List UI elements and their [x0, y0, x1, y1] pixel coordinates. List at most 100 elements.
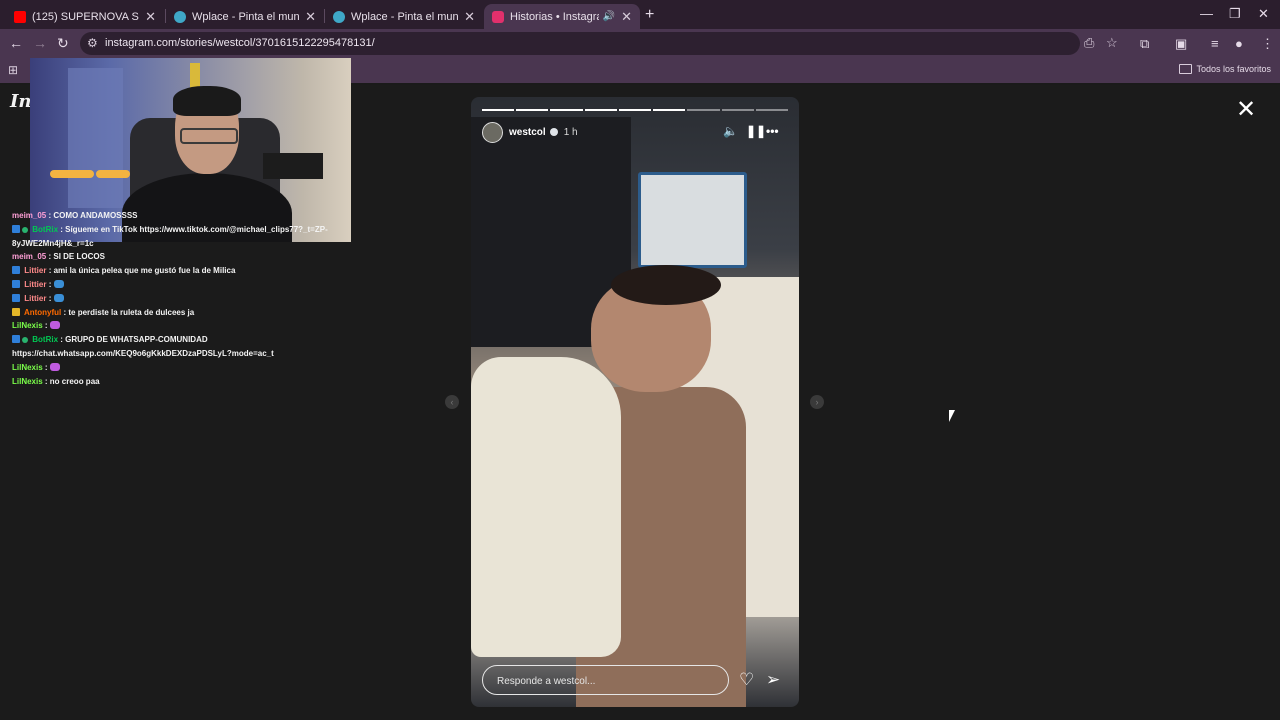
- media-control-icon[interactable]: ≡: [1211, 36, 1219, 51]
- chat-text: te perdiste la ruleta de dulcees ja: [68, 307, 195, 317]
- chat-user: BotRix: [32, 335, 59, 345]
- story-progress-segment: [687, 109, 720, 111]
- all-bookmarks-button[interactable]: Todos los favoritos: [1179, 64, 1271, 74]
- folder-icon: [1179, 64, 1193, 74]
- avatar[interactable]: [482, 121, 503, 143]
- chat-message: meim_05 : COMO ANDAMOSSSS: [12, 211, 138, 220]
- chat-message: Littier :: [12, 278, 372, 292]
- chat-user: Littier: [24, 293, 47, 303]
- like-heart-icon[interactable]: ♡: [739, 670, 754, 690]
- tab-title: Historias • Instagram: [510, 10, 599, 23]
- tab-title: Wplace - Pinta el mundo: [192, 10, 300, 23]
- tab-title: (125) SUPERNOVA STRIKERS AN: [32, 10, 139, 23]
- split-view-icon[interactable]: ▣: [1175, 36, 1187, 52]
- chat-message: Littier :: [12, 292, 372, 306]
- globe-icon: [174, 10, 186, 23]
- close-story-icon[interactable]: ✕: [1236, 98, 1256, 122]
- chat-user: meim_05: [12, 211, 47, 220]
- new-tab-button[interactable]: +: [645, 6, 654, 24]
- tab-wplace-2[interactable]: Wplace - Pinta el mundo ✕: [325, 4, 483, 29]
- minimize-icon[interactable]: —: [1200, 6, 1213, 21]
- chat-text: COMO ANDAMOSSSS: [53, 211, 138, 220]
- story-progress-segment: [584, 109, 617, 111]
- story-progress-bar: [482, 109, 788, 111]
- url-text[interactable]: instagram.com/stories/westcol/3701615122…: [105, 37, 375, 49]
- speaker-icon[interactable]: 🔊: [603, 11, 615, 22]
- tab-youtube[interactable]: (125) SUPERNOVA STRIKERS AN ✕: [6, 4, 164, 29]
- tab-instagram[interactable]: Historias • Instagram 🔊 ✕: [484, 4, 640, 29]
- install-app-icon[interactable]: ⎙: [1084, 35, 1094, 51]
- story-progress-segment: [618, 109, 652, 111]
- close-window-icon[interactable]: ✕: [1258, 6, 1269, 22]
- earth-emoji-icon: [53, 293, 64, 302]
- reply-field[interactable]: [482, 665, 729, 695]
- restore-icon[interactable]: ❐: [1229, 6, 1241, 22]
- profile-icon[interactable]: ●: [1235, 36, 1243, 51]
- tab-strip: (125) SUPERNOVA STRIKERS AN ✕ Wplace - P…: [0, 0, 1280, 29]
- instagram-icon: [492, 10, 504, 23]
- close-icon[interactable]: ✕: [621, 9, 632, 25]
- earth-emoji-icon: [53, 279, 64, 288]
- story-username[interactable]: westcol: [509, 127, 546, 138]
- globe-icon: [333, 10, 345, 23]
- streamer-hair: [173, 86, 241, 116]
- mouse-cursor-icon: [949, 410, 955, 422]
- chat-user: BotRix: [32, 224, 59, 234]
- tab-wplace-1[interactable]: Wplace - Pinta el mundo ✕: [166, 4, 324, 29]
- forward-icon[interactable]: →: [33, 35, 47, 51]
- chat-user: meim_05: [12, 252, 47, 262]
- verified-bot-badge-icon: [22, 226, 28, 233]
- chat-user: Antonyful: [23, 307, 62, 317]
- volume-icon[interactable]: 🔈: [723, 124, 738, 138]
- chat-user: LilNexis: [12, 376, 43, 386]
- previous-story-icon[interactable]: ‹: [445, 395, 459, 409]
- chat-message: LilNexis : no creoo paa: [12, 376, 100, 386]
- close-icon[interactable]: ✕: [145, 9, 156, 25]
- send-icon[interactable]: ➢: [766, 670, 780, 690]
- story-progress-segment: [516, 109, 549, 111]
- chat-message: Antonyful : te perdiste la ruleta de dul…: [12, 306, 372, 320]
- subscriber-badge-icon: [12, 279, 20, 288]
- subscriber-badge-icon: [12, 293, 20, 302]
- lamp-light: [96, 170, 130, 178]
- browser-toolbar: ← → ↻ ⚙ instagram.com/stories/westcol/37…: [0, 29, 1280, 58]
- lamp-light: [50, 170, 94, 178]
- story-progress-segment: [653, 109, 686, 111]
- glasses: [180, 128, 238, 144]
- next-story-icon[interactable]: ›: [810, 395, 824, 409]
- story-progress-segment: [482, 109, 515, 111]
- chat-message: LilNexis :: [12, 319, 372, 333]
- back-icon[interactable]: ←: [9, 35, 23, 51]
- moderator-badge-icon: [12, 335, 20, 344]
- extensions-icon[interactable]: ⧉: [1140, 36, 1149, 52]
- close-icon[interactable]: ✕: [305, 9, 316, 25]
- site-info-icon[interactable]: ⚙: [87, 36, 98, 50]
- menu-icon[interactable]: ⋮: [1261, 36, 1274, 52]
- emote-icon: [49, 321, 60, 330]
- chat-message: LilNexis :: [12, 361, 372, 375]
- story-viewer: westcol 1 h 🔈 ❚❚ ••• ♡ ➢: [471, 97, 799, 707]
- reply-input[interactable]: [495, 672, 719, 690]
- story-header: westcol 1 h: [482, 121, 578, 143]
- chat-user: LilNexis: [12, 321, 43, 331]
- emote-icon: [49, 362, 60, 371]
- chat-text: Sígueme en TikTok https://www.tiktok.com…: [12, 224, 328, 248]
- story-scene-cast-arm: [471, 357, 621, 657]
- apps-grid-icon[interactable]: ⊞: [8, 63, 18, 77]
- reload-icon[interactable]: ↻: [57, 35, 69, 52]
- more-options-icon[interactable]: •••: [766, 124, 779, 138]
- close-icon[interactable]: ✕: [464, 9, 475, 25]
- moderator-badge-icon: [12, 224, 20, 233]
- pause-icon[interactable]: ❚❚: [746, 124, 766, 138]
- chat-text: no creoo paa: [49, 376, 100, 386]
- bookmark-star-icon[interactable]: ☆: [1106, 35, 1118, 51]
- chat-message: BotRix : GRUPO DE WHATSAPP-COMUNIDAD htt…: [12, 335, 274, 358]
- story-progress-segment: [721, 109, 754, 111]
- subscriber-badge-icon: [12, 266, 20, 275]
- all-bookmarks-label: Todos los favoritos: [1196, 64, 1271, 74]
- chat-text: ami la única pelea que me gustó fue la d…: [53, 266, 236, 276]
- address-bar[interactable]: ⚙ instagram.com/stories/westcol/37016151…: [80, 32, 1118, 55]
- story-scene-hair: [611, 265, 721, 305]
- stream-chat: meim_05 : COMO ANDAMOSSSS BotRix : Sígue…: [12, 209, 372, 388]
- gift-badge-icon: [12, 307, 20, 316]
